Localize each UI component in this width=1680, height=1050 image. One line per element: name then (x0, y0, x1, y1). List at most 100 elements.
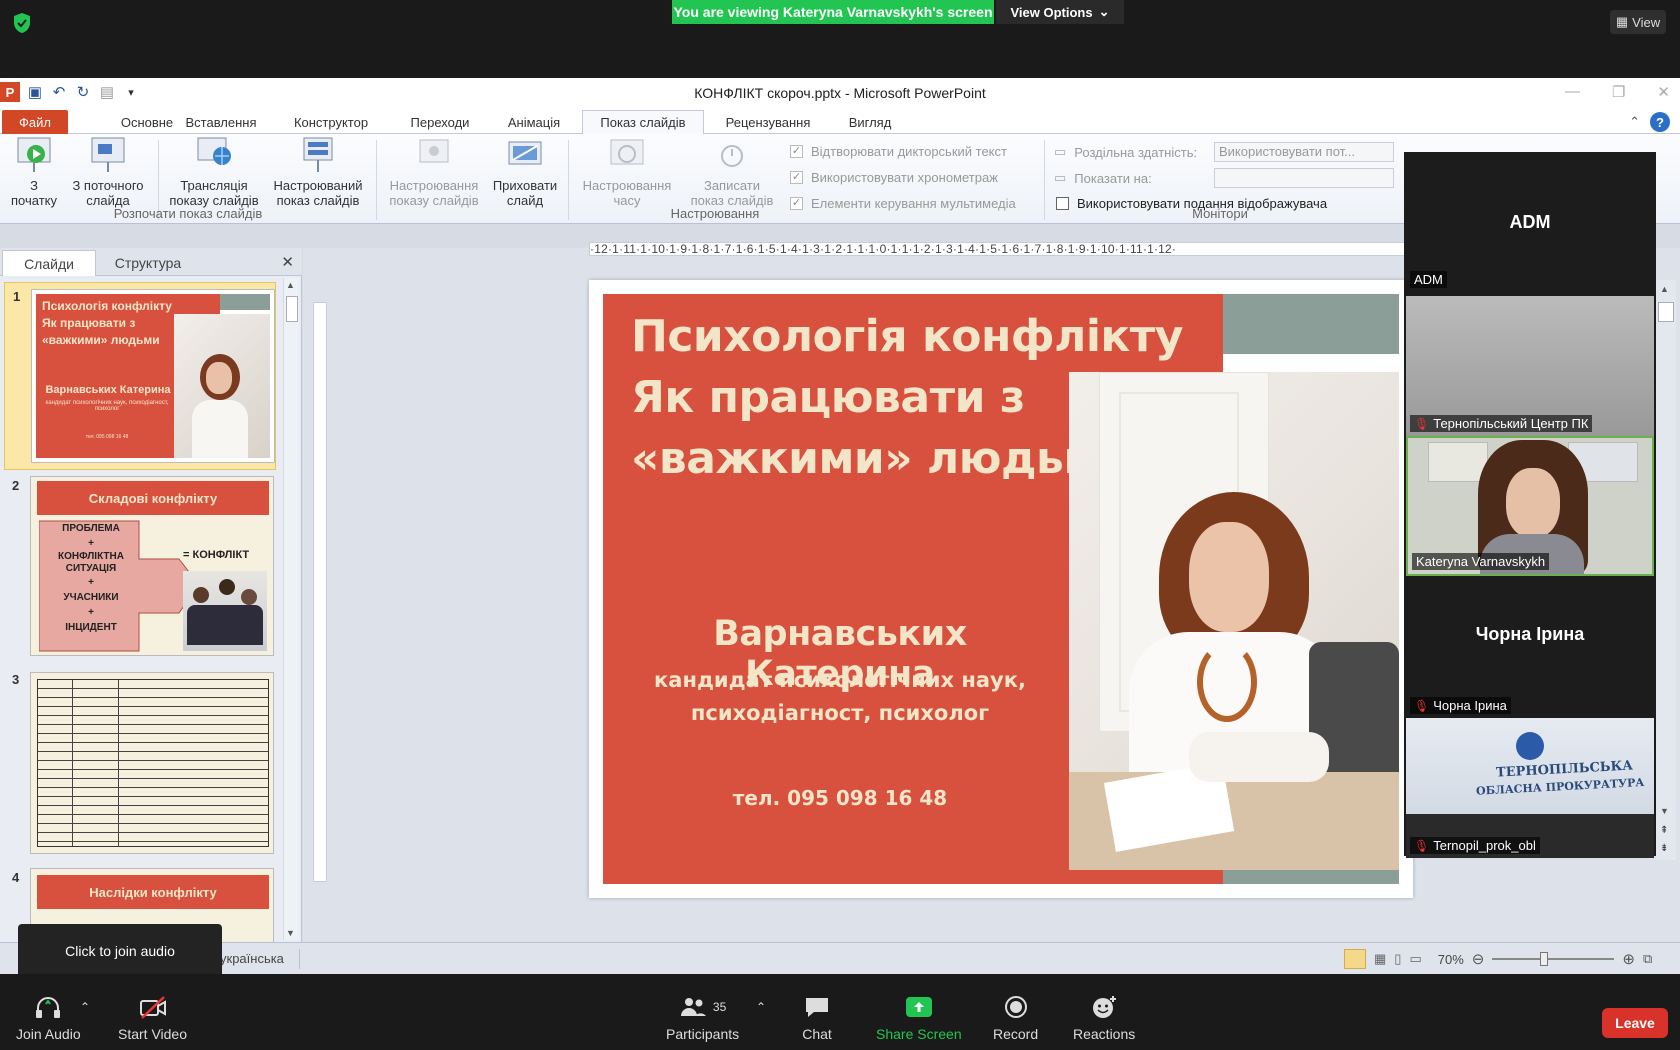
group-start-label: Розпочати показ слайдів (113, 206, 263, 221)
participant-name: ADM (1414, 272, 1443, 287)
thumb-number: 1 (13, 289, 21, 304)
separator (299, 949, 300, 969)
help-icon[interactable]: ? (1650, 112, 1670, 132)
tab-animations[interactable]: Анімація (496, 110, 572, 134)
participant-tile[interactable]: ADM ADM (1406, 152, 1654, 292)
record-button[interactable]: Record (993, 994, 1038, 1042)
participants-button[interactable]: 35 Participants (666, 994, 739, 1042)
zoom-slider[interactable] (1492, 952, 1615, 966)
participant-tile[interactable]: 🎙︎ Тернопільський Центр ПК (1406, 296, 1654, 436)
reactions-label: Reactions (1073, 1026, 1136, 1042)
hide-slide-button[interactable]: Приховати слайд (488, 136, 562, 208)
tab-review[interactable]: Рецензування (716, 110, 820, 134)
next-slide-icon[interactable]: ⇟ (1660, 843, 1668, 854)
narration-checkbox[interactable]: ✓ (790, 145, 803, 158)
shield-icon[interactable] (12, 12, 32, 34)
pane-tabs: Слайди Структура ✕ (0, 248, 302, 276)
t2-line: + (88, 577, 94, 588)
scroll-up-icon[interactable]: ▲ (1660, 284, 1669, 294)
scroll-thumb[interactable] (286, 296, 298, 322)
resolution-dropdown[interactable]: Використовувати пот... (1214, 142, 1394, 162)
mic-muted-icon: 🎙︎ (1414, 416, 1430, 431)
tab-file[interactable]: Файл (2, 110, 68, 134)
tab-slides[interactable]: Слайди (2, 250, 96, 276)
fit-to-window-icon[interactable]: ⧉ (1643, 951, 1652, 967)
restore-icon[interactable]: ❐ (1612, 83, 1625, 101)
language-label[interactable]: українська (220, 951, 284, 966)
tab-design[interactable]: Конструктор (284, 110, 378, 134)
zoom-level[interactable]: 70% (1438, 952, 1464, 967)
slide-gray-band-bottom (1223, 870, 1399, 884)
previous-slide-icon[interactable]: ⇞ (1660, 825, 1668, 836)
thumbnail-1[interactable]: 1 Психологія конфлікту Як працювати з «в… (4, 282, 276, 470)
timings-checkbox[interactable]: ✓ (790, 171, 803, 184)
from-beginning-button[interactable]: З початку (6, 136, 62, 208)
zoom-out-icon[interactable]: ⊖ (1472, 950, 1485, 968)
narration-checkbox-row[interactable]: ✓ Відтворювати дикторський текст (790, 144, 1007, 159)
leave-button[interactable]: Leave (1602, 1008, 1668, 1038)
tab-home[interactable]: Основне (112, 110, 182, 134)
participant-tile[interactable]: Чорна Ірина 🎙︎ Чорна Ірина (1406, 578, 1654, 718)
presenter-view-checkbox[interactable] (1056, 197, 1069, 210)
minimize-icon[interactable]: — (1565, 83, 1580, 101)
current-slide[interactable]: Психологія конфлікту Як працювати з «важ… (589, 280, 1413, 898)
record-slideshow-button[interactable]: Записати показ слайдів (682, 136, 782, 208)
scroll-up-icon[interactable]: ▲ (286, 280, 295, 290)
slide-sorter-icon[interactable]: ▦ (1374, 951, 1386, 967)
reading-view-icon[interactable]: ▯ (1394, 951, 1401, 967)
participant-label: 🎙︎ Чорна Ірина (1410, 697, 1511, 714)
share-screen-button[interactable]: Share Screen (876, 994, 962, 1042)
tab-outline[interactable]: Структура (98, 250, 198, 276)
scroll-thumb[interactable] (1658, 302, 1674, 322)
start-video-button[interactable]: Start Video (118, 994, 187, 1042)
reactions-button[interactable]: Reactions (1073, 994, 1135, 1042)
normal-view-icon[interactable] (1344, 949, 1366, 969)
close-icon[interactable]: ✕ (281, 253, 294, 271)
t2-line: ІНЦИДЕНТ (65, 622, 117, 633)
join-audio-tooltip[interactable]: Click to join audio (18, 924, 222, 986)
start-video-label: Start Video (118, 1026, 188, 1042)
thumb-number: 4 (12, 870, 20, 885)
scroll-down-icon[interactable]: ▼ (286, 928, 295, 938)
presenter-subtitle: кандидат психологічних наук, психодіагно… (613, 664, 1067, 730)
view-button[interactable]: ▦ View (1610, 10, 1666, 34)
timings-checkbox-row[interactable]: ✓ Використовувати хронометраж (790, 170, 998, 185)
setup-show-button[interactable]: Настроювання показу слайдів (382, 136, 486, 208)
resolution-label: Роздільна здатність: (1074, 144, 1198, 160)
close-icon[interactable]: ✕ (1657, 83, 1670, 101)
from-current-button[interactable]: З поточного слайда (64, 136, 152, 208)
slideshow-view-icon[interactable]: ▭ (1409, 951, 1421, 967)
reactions-icon (1093, 996, 1117, 1018)
resolution-value: Використовувати пот... (1219, 144, 1356, 159)
collapse-ribbon-icon[interactable]: ⌃ (1629, 114, 1640, 130)
tab-insert[interactable]: Вставлення (176, 110, 266, 134)
join-audio-button[interactable]: Join Audio (16, 994, 81, 1042)
view-options-button[interactable]: View Options ⌄ (996, 0, 1124, 24)
rehearse-timings-button[interactable]: Настроювання часу (574, 136, 680, 208)
scroll-down-icon[interactable]: ▼ (1660, 806, 1669, 816)
editor-scrollbar[interactable]: ▲ ▼ ⇞ ⇟ (1656, 280, 1676, 860)
tab-transitions[interactable]: Переходи (400, 110, 480, 134)
custom-show-button[interactable]: Настроюваний показ слайдів (266, 136, 370, 208)
thumbnail-3[interactable]: 3 (4, 672, 276, 860)
zoom-in-icon[interactable]: ⊕ (1622, 950, 1635, 968)
window-title: КОНФЛІКТ скороч.pptx - Microsoft PowerPo… (694, 85, 986, 101)
tab-view[interactable]: Вигляд (840, 110, 900, 134)
view-label: View (1632, 14, 1661, 30)
show-on-dropdown[interactable] (1214, 168, 1394, 188)
pane-scrollbar[interactable]: ▲ ▼ (283, 278, 299, 940)
tab-slideshow[interactable]: Показ слайдів (582, 110, 704, 134)
participant-display-name: ADM (1509, 212, 1551, 232)
participant-tile[interactable]: ТЕРНОПІЛЬСЬКА ОБЛАСНА ПРОКУРАТУРА 🎙︎ Tern… (1406, 718, 1654, 858)
media-checkbox-row[interactable]: ✓ Елементи керування мультимедіа (790, 196, 1016, 211)
chat-button[interactable]: Chat (802, 994, 832, 1042)
share-screen-label: Share Screen (876, 1026, 962, 1042)
participant-tile-active-speaker[interactable]: Kateryna Varnavskykh (1406, 436, 1654, 576)
chat-label: Chat (802, 1026, 832, 1042)
participants-chevron-icon[interactable]: ⌃ (756, 1000, 766, 1014)
thumbnail-2[interactable]: 2 Складові конфлікту ПРОБЛЕМА + КОНФЛІКТ… (4, 474, 276, 662)
t2-line: УЧАСНИКИ (63, 592, 119, 603)
audio-options-chevron-icon[interactable]: ⌃ (80, 1000, 90, 1014)
thumb-2-eq: = КОНФЛІКТ (183, 549, 250, 561)
broadcast-button[interactable]: Трансляція показу слайдів (164, 136, 264, 208)
